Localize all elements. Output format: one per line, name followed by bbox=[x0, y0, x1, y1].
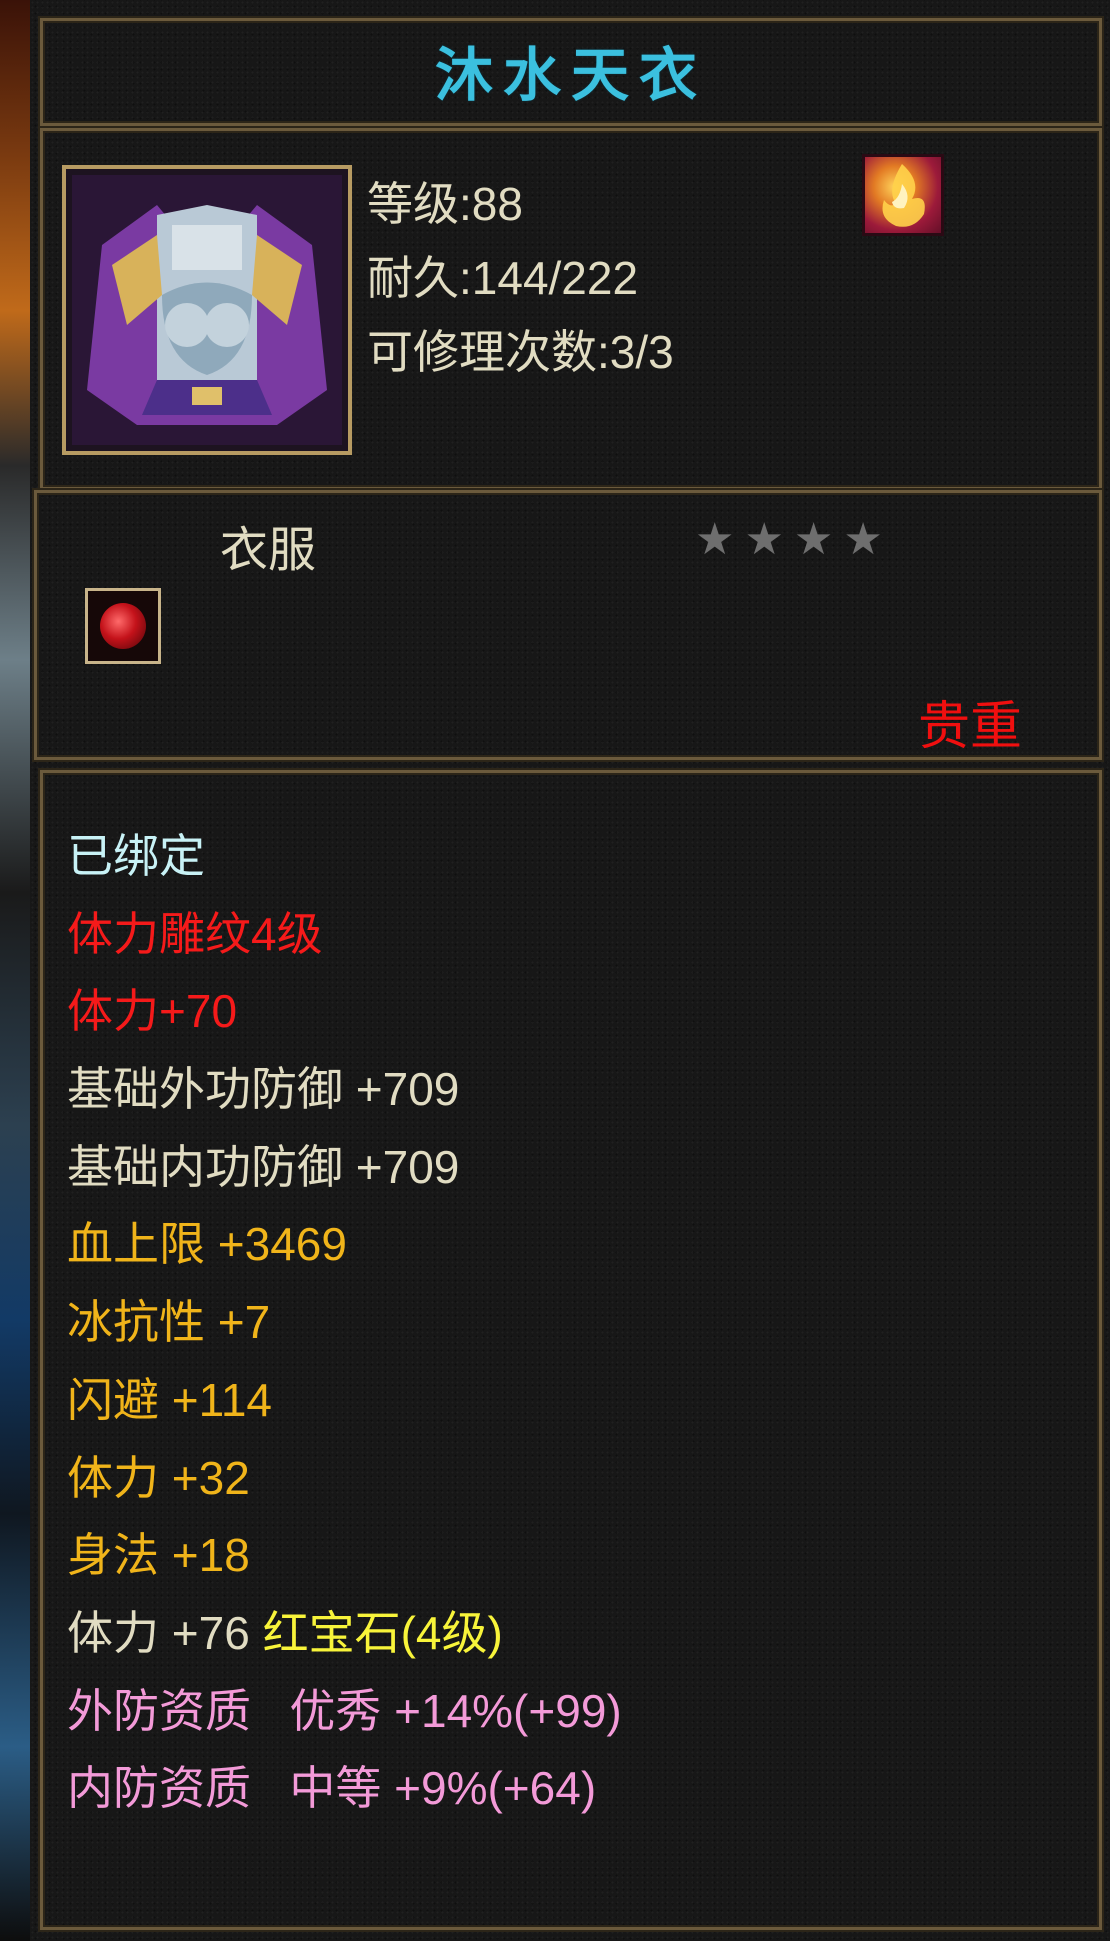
outer-defense-quality: 外防资质 优秀 +14%(+99) bbox=[67, 1684, 622, 1737]
flame-buff-icon bbox=[862, 154, 944, 236]
star-icon: ★ bbox=[744, 514, 784, 565]
gem-name: 红宝石(4级) bbox=[262, 1606, 503, 1659]
robe-icon bbox=[72, 175, 342, 445]
star-rating: ★ ★ ★ ★ bbox=[695, 514, 893, 565]
star-icon: ★ bbox=[695, 514, 735, 565]
gem-bonus-line: 体力 +76 红宝石(4级) bbox=[67, 1595, 622, 1673]
item-type: 衣服 bbox=[220, 524, 317, 577]
item-name: 沐水天衣 bbox=[434, 43, 707, 108]
attr-dodge: 闪避 +114 bbox=[67, 1373, 272, 1426]
attr-ice-resist: 冰抗性 +7 bbox=[67, 1296, 271, 1349]
rarity-label: 贵重 bbox=[918, 698, 1023, 756]
bound-status: 已绑定 bbox=[67, 830, 205, 882]
gem-stat: 体力 +76 bbox=[67, 1606, 250, 1659]
attr-stamina: 体力 +32 bbox=[67, 1451, 250, 1504]
background-scene-strip bbox=[0, 0, 30, 1941]
red-gem-icon bbox=[100, 603, 146, 649]
engraving-line: 体力雕纹4级 bbox=[67, 907, 323, 960]
inner-defense-quality: 内防资质 中等 +9%(+64) bbox=[67, 1762, 597, 1815]
gem-socket[interactable] bbox=[85, 588, 161, 664]
item-level: 等级:88 bbox=[367, 178, 523, 230]
attr-hp-max: 血上限 +3469 bbox=[67, 1218, 347, 1271]
item-durability: 耐久:144/222 bbox=[367, 252, 639, 304]
item-icon-slot bbox=[62, 165, 352, 455]
attr-agility: 身法 +18 bbox=[67, 1529, 250, 1582]
item-repair-count: 可修理次数:3/3 bbox=[367, 326, 674, 378]
base-inner-defense: 基础内功防御 +709 bbox=[67, 1140, 460, 1193]
flame-icon bbox=[882, 164, 925, 227]
base-outer-defense: 基础外功防御 +709 bbox=[67, 1063, 460, 1116]
engraving-bonus: 体力+70 bbox=[67, 985, 238, 1038]
attribute-list: 已绑定 体力雕纹4级 体力+70 基础外功防御 +709 基础内功防御 +709… bbox=[67, 818, 622, 1828]
star-icon: ★ bbox=[843, 514, 883, 565]
star-icon: ★ bbox=[793, 514, 834, 565]
